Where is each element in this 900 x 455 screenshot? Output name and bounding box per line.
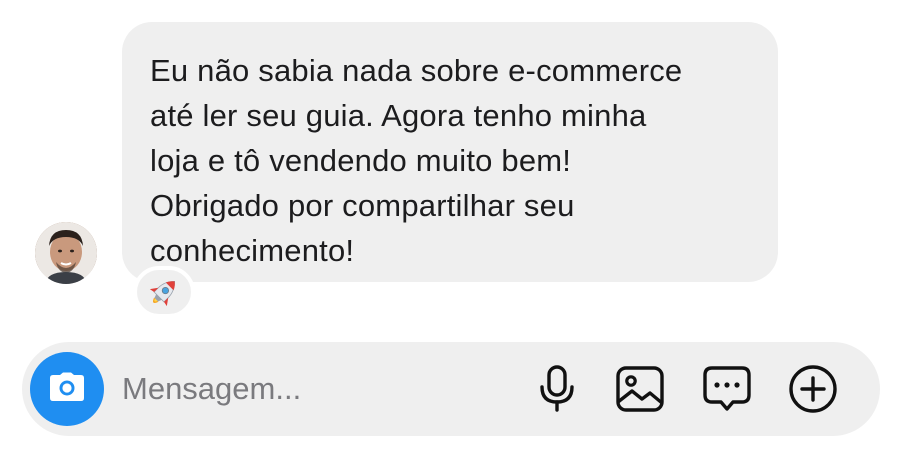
- plus-circle-icon: [788, 364, 838, 414]
- microphone-icon: [537, 365, 577, 413]
- sticker-button[interactable]: [702, 364, 752, 414]
- message-input[interactable]: [122, 364, 512, 414]
- message-reaction[interactable]: [133, 266, 195, 318]
- camera-icon: [49, 372, 85, 407]
- camera-button[interactable]: [30, 352, 104, 426]
- microphone-button[interactable]: [532, 364, 582, 414]
- gallery-button[interactable]: [615, 364, 665, 414]
- add-button[interactable]: [788, 364, 838, 414]
- sticker-icon: [702, 364, 752, 414]
- message-bubble[interactable]: Eu não sabia nada sobre e-commerce até l…: [122, 22, 778, 282]
- message-thread: Eu não sabia nada sobre e-commerce até l…: [0, 0, 900, 330]
- message-composer: [22, 342, 880, 436]
- rocket-emoji-icon: [147, 275, 181, 309]
- message-text: Eu não sabia nada sobre e-commerce até l…: [150, 53, 683, 268]
- sender-avatar[interactable]: [35, 222, 97, 284]
- gallery-icon: [615, 365, 665, 413]
